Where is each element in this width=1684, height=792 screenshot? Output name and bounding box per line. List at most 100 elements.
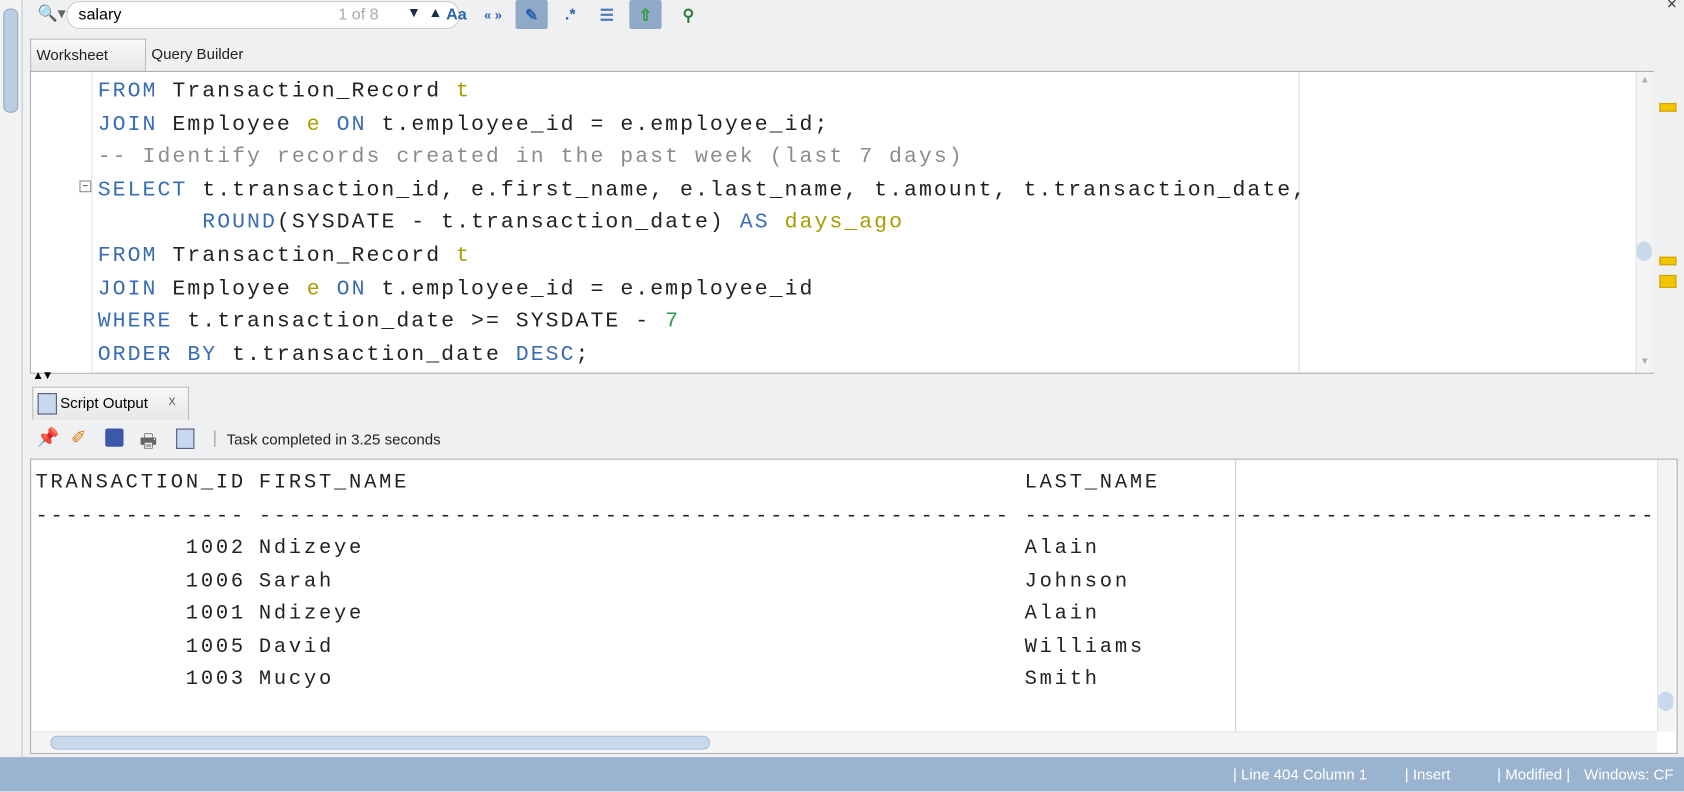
result-cell: Ndizeye xyxy=(258,601,365,626)
code-token: t.transaction_date >= SYSDATE - xyxy=(187,309,666,335)
result-cell: Mucyo xyxy=(258,667,335,692)
script-output-panel[interactable]: TRANSACTION_ID FIRST_NAME LAST_NAME -------… xyxy=(30,458,1678,754)
code-line: JOIN Employee e ON t.employee_id = e.emp… xyxy=(98,109,1307,142)
code-line: SELECT t.transaction_id, e.first_name, e… xyxy=(98,175,1307,208)
search-options-icon[interactable]: 🔍▾ xyxy=(38,3,66,22)
result-cell: 1001 xyxy=(185,601,246,626)
code-token: t.transaction_id, e.first_name, e.last_n… xyxy=(202,178,1308,203)
code-token: JOIN xyxy=(97,276,173,302)
code-token: t.employee_id = e.employee_id xyxy=(381,276,815,302)
output-vertical-scrollbar[interactable] xyxy=(1657,459,1676,732)
toolbar-separator: | xyxy=(212,429,218,448)
code-token: Transaction_Record xyxy=(172,243,457,269)
print-icon[interactable]: 🖶 xyxy=(140,427,157,458)
scroll-thumb[interactable] xyxy=(1658,691,1674,711)
tab-script-output[interactable]: Script Output x xyxy=(32,386,190,420)
result-cell: 1003 xyxy=(185,667,246,692)
code-token: Employee xyxy=(172,276,307,302)
code-line: FROM Transaction_Record t xyxy=(98,76,1307,109)
code-token: JOIN xyxy=(97,112,173,138)
scroll-thumb[interactable] xyxy=(50,735,710,750)
code-line: JOIN Employee e ON t.employee_id = e.emp… xyxy=(98,273,1307,306)
result-cell: LAST_NAME xyxy=(1024,470,1160,495)
code-content[interactable]: FROM Transaction_Record t JOIN Employee e… xyxy=(98,76,1307,372)
code-line: ORDER BY t.transaction_date DESC; xyxy=(98,339,1307,372)
whole-word-button[interactable]: « » xyxy=(477,0,509,29)
result-cell: TRANSACTION_ID xyxy=(35,470,246,495)
result-cell: 1006 xyxy=(185,568,246,593)
regex-button[interactable]: .* xyxy=(554,0,586,29)
highlighter-icon: ✎ xyxy=(524,5,539,25)
fold-icon[interactable]: − xyxy=(79,180,92,193)
tab-query-builder[interactable]: Query Builder xyxy=(146,39,249,70)
code-token: ON xyxy=(336,276,382,302)
code-token: ORDER BY xyxy=(97,342,233,368)
script-output-icon xyxy=(37,393,57,415)
code-line: WHERE t.transaction_date >= SYSDATE - 7 xyxy=(98,306,1307,339)
close-icon[interactable]: × xyxy=(1667,0,1677,15)
search-selection-button[interactable]: ⇧ xyxy=(629,0,662,29)
code-token: (SYSDATE - t.transaction_date) xyxy=(276,210,740,236)
search-match-marker[interactable] xyxy=(1659,274,1677,288)
code-line: -- Identify records created in the past … xyxy=(98,142,1307,175)
code-token: e xyxy=(306,276,337,302)
scroll-down-icon[interactable]: ▼ xyxy=(1640,355,1650,366)
result-cell: Sarah xyxy=(258,568,335,593)
highlight-button[interactable]: ✎ xyxy=(515,0,548,29)
left-panel-scrollbar[interactable] xyxy=(0,0,23,758)
line-gutter xyxy=(31,71,93,373)
result-cell: FIRST_NAME xyxy=(258,470,410,495)
code-token: ROUND xyxy=(202,210,277,236)
code-token: 7 xyxy=(665,309,681,335)
search-value: salary xyxy=(78,5,122,24)
column-divider xyxy=(1235,459,1237,732)
code-token: t.transaction_date xyxy=(232,342,516,368)
code-token: days_ago xyxy=(784,210,905,236)
output-toolbar: 📌 ✐ 🖶 | Task completed in 3.25 seconds xyxy=(30,421,1684,458)
search-input[interactable]: salary 1 of 8 ▼ ▲ xyxy=(66,1,460,29)
search-match-marker[interactable] xyxy=(1659,103,1677,112)
output-horizontal-scrollbar[interactable] xyxy=(31,731,1658,752)
editor-tabs: Worksheet Query Builder xyxy=(30,38,1684,71)
code-line: ROUND(SYSDATE - t.transaction_date) AS d… xyxy=(98,208,1307,241)
close-tab-icon[interactable]: x xyxy=(169,392,176,408)
binoculars-icon: ⚲ xyxy=(682,5,695,25)
encoding: Windows: CF xyxy=(1584,765,1674,783)
lines-icon: ☰ xyxy=(599,5,615,25)
code-token: DESC xyxy=(515,342,576,368)
result-cell: 1005 xyxy=(185,634,246,659)
scroll-up-icon[interactable]: ▲ xyxy=(1640,74,1650,85)
sql-editor[interactable]: − FROM Transaction_Record t JOIN Employee… xyxy=(30,70,1654,374)
search-match-marker[interactable] xyxy=(1659,256,1677,266)
code-token: WHERE xyxy=(97,309,188,335)
save-icon[interactable] xyxy=(105,428,124,447)
find-replace-button[interactable]: ⚲ xyxy=(672,0,704,29)
result-cell: David xyxy=(258,634,335,659)
next-match-icon[interactable]: ▼ xyxy=(407,4,421,20)
scroll-thumb[interactable] xyxy=(1636,241,1652,261)
task-status: Task completed in 3.25 seconds xyxy=(226,430,441,448)
run-script-icon[interactable] xyxy=(176,428,195,449)
code-token: ON xyxy=(336,112,382,138)
code-token: t.employee_id = e.employee_id; xyxy=(381,112,830,138)
splitter-arrows-icon[interactable]: ▲▼ xyxy=(32,369,53,382)
result-cell: Williams xyxy=(1024,634,1145,659)
wrap-search-button[interactable]: ☰ xyxy=(591,0,623,29)
result-cell: Alain xyxy=(1024,601,1100,626)
match-case-button[interactable]: Aa xyxy=(440,0,472,29)
code-token: FROM xyxy=(97,243,173,269)
code-line: FROM Transaction_Record t xyxy=(98,241,1307,274)
result-cell: Ndizeye xyxy=(258,535,365,560)
scroll-thumb[interactable] xyxy=(3,8,19,113)
result-cell: Smith xyxy=(1024,667,1100,692)
code-token: t xyxy=(456,243,472,269)
editor-scrollbar[interactable]: ▲ ▼ xyxy=(1635,71,1654,373)
result-cell: Alain xyxy=(1024,535,1100,560)
tab-worksheet[interactable]: Worksheet xyxy=(30,38,147,71)
eraser-icon[interactable]: ✐ xyxy=(71,427,86,448)
script-output-label: Script Output xyxy=(60,394,148,412)
result-cell: 1002 xyxy=(185,535,246,560)
pin-icon[interactable]: 📌 xyxy=(37,427,60,448)
modified-status: | Modified | xyxy=(1497,765,1571,783)
